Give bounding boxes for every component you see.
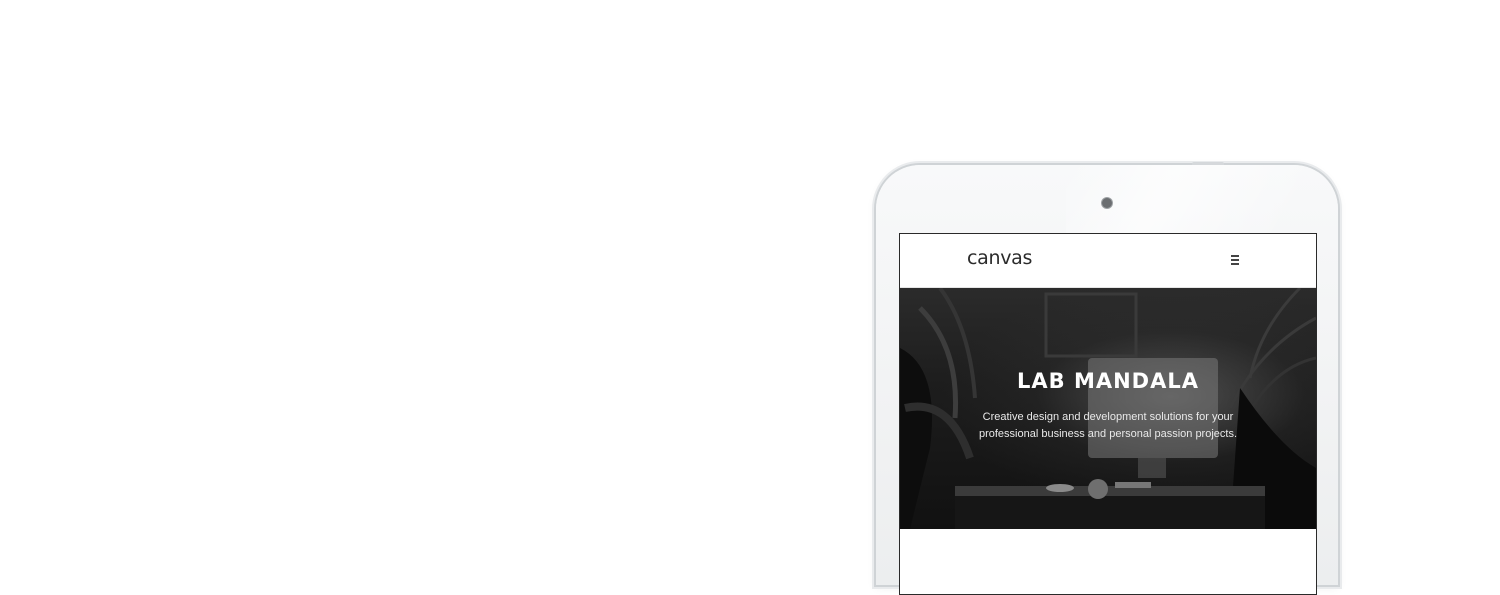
hero-subtitle-line: Creative design and development solution… bbox=[982, 411, 1234, 423]
hero-subtitle: Creative design and development solution… bbox=[900, 409, 1316, 443]
hero-subtitle-line: professional business and personal passi… bbox=[978, 428, 1238, 440]
hero-title: LAB MANDALA bbox=[1017, 369, 1199, 393]
tablet-power-button bbox=[1192, 162, 1224, 165]
site-logo[interactable]: canvas bbox=[967, 247, 1032, 269]
tablet-screen: canvas LAB MANDALA Creative design and d… bbox=[899, 233, 1317, 595]
content-area bbox=[900, 529, 1316, 594]
camera-icon bbox=[1102, 198, 1112, 208]
hamburger-icon[interactable] bbox=[1228, 253, 1242, 267]
tablet-device-mockup: canvas LAB MANDALA Creative design and d… bbox=[876, 162, 1346, 595]
hero-section: LAB MANDALA Creative design and developm… bbox=[900, 288, 1316, 529]
site-header: canvas bbox=[900, 234, 1316, 288]
